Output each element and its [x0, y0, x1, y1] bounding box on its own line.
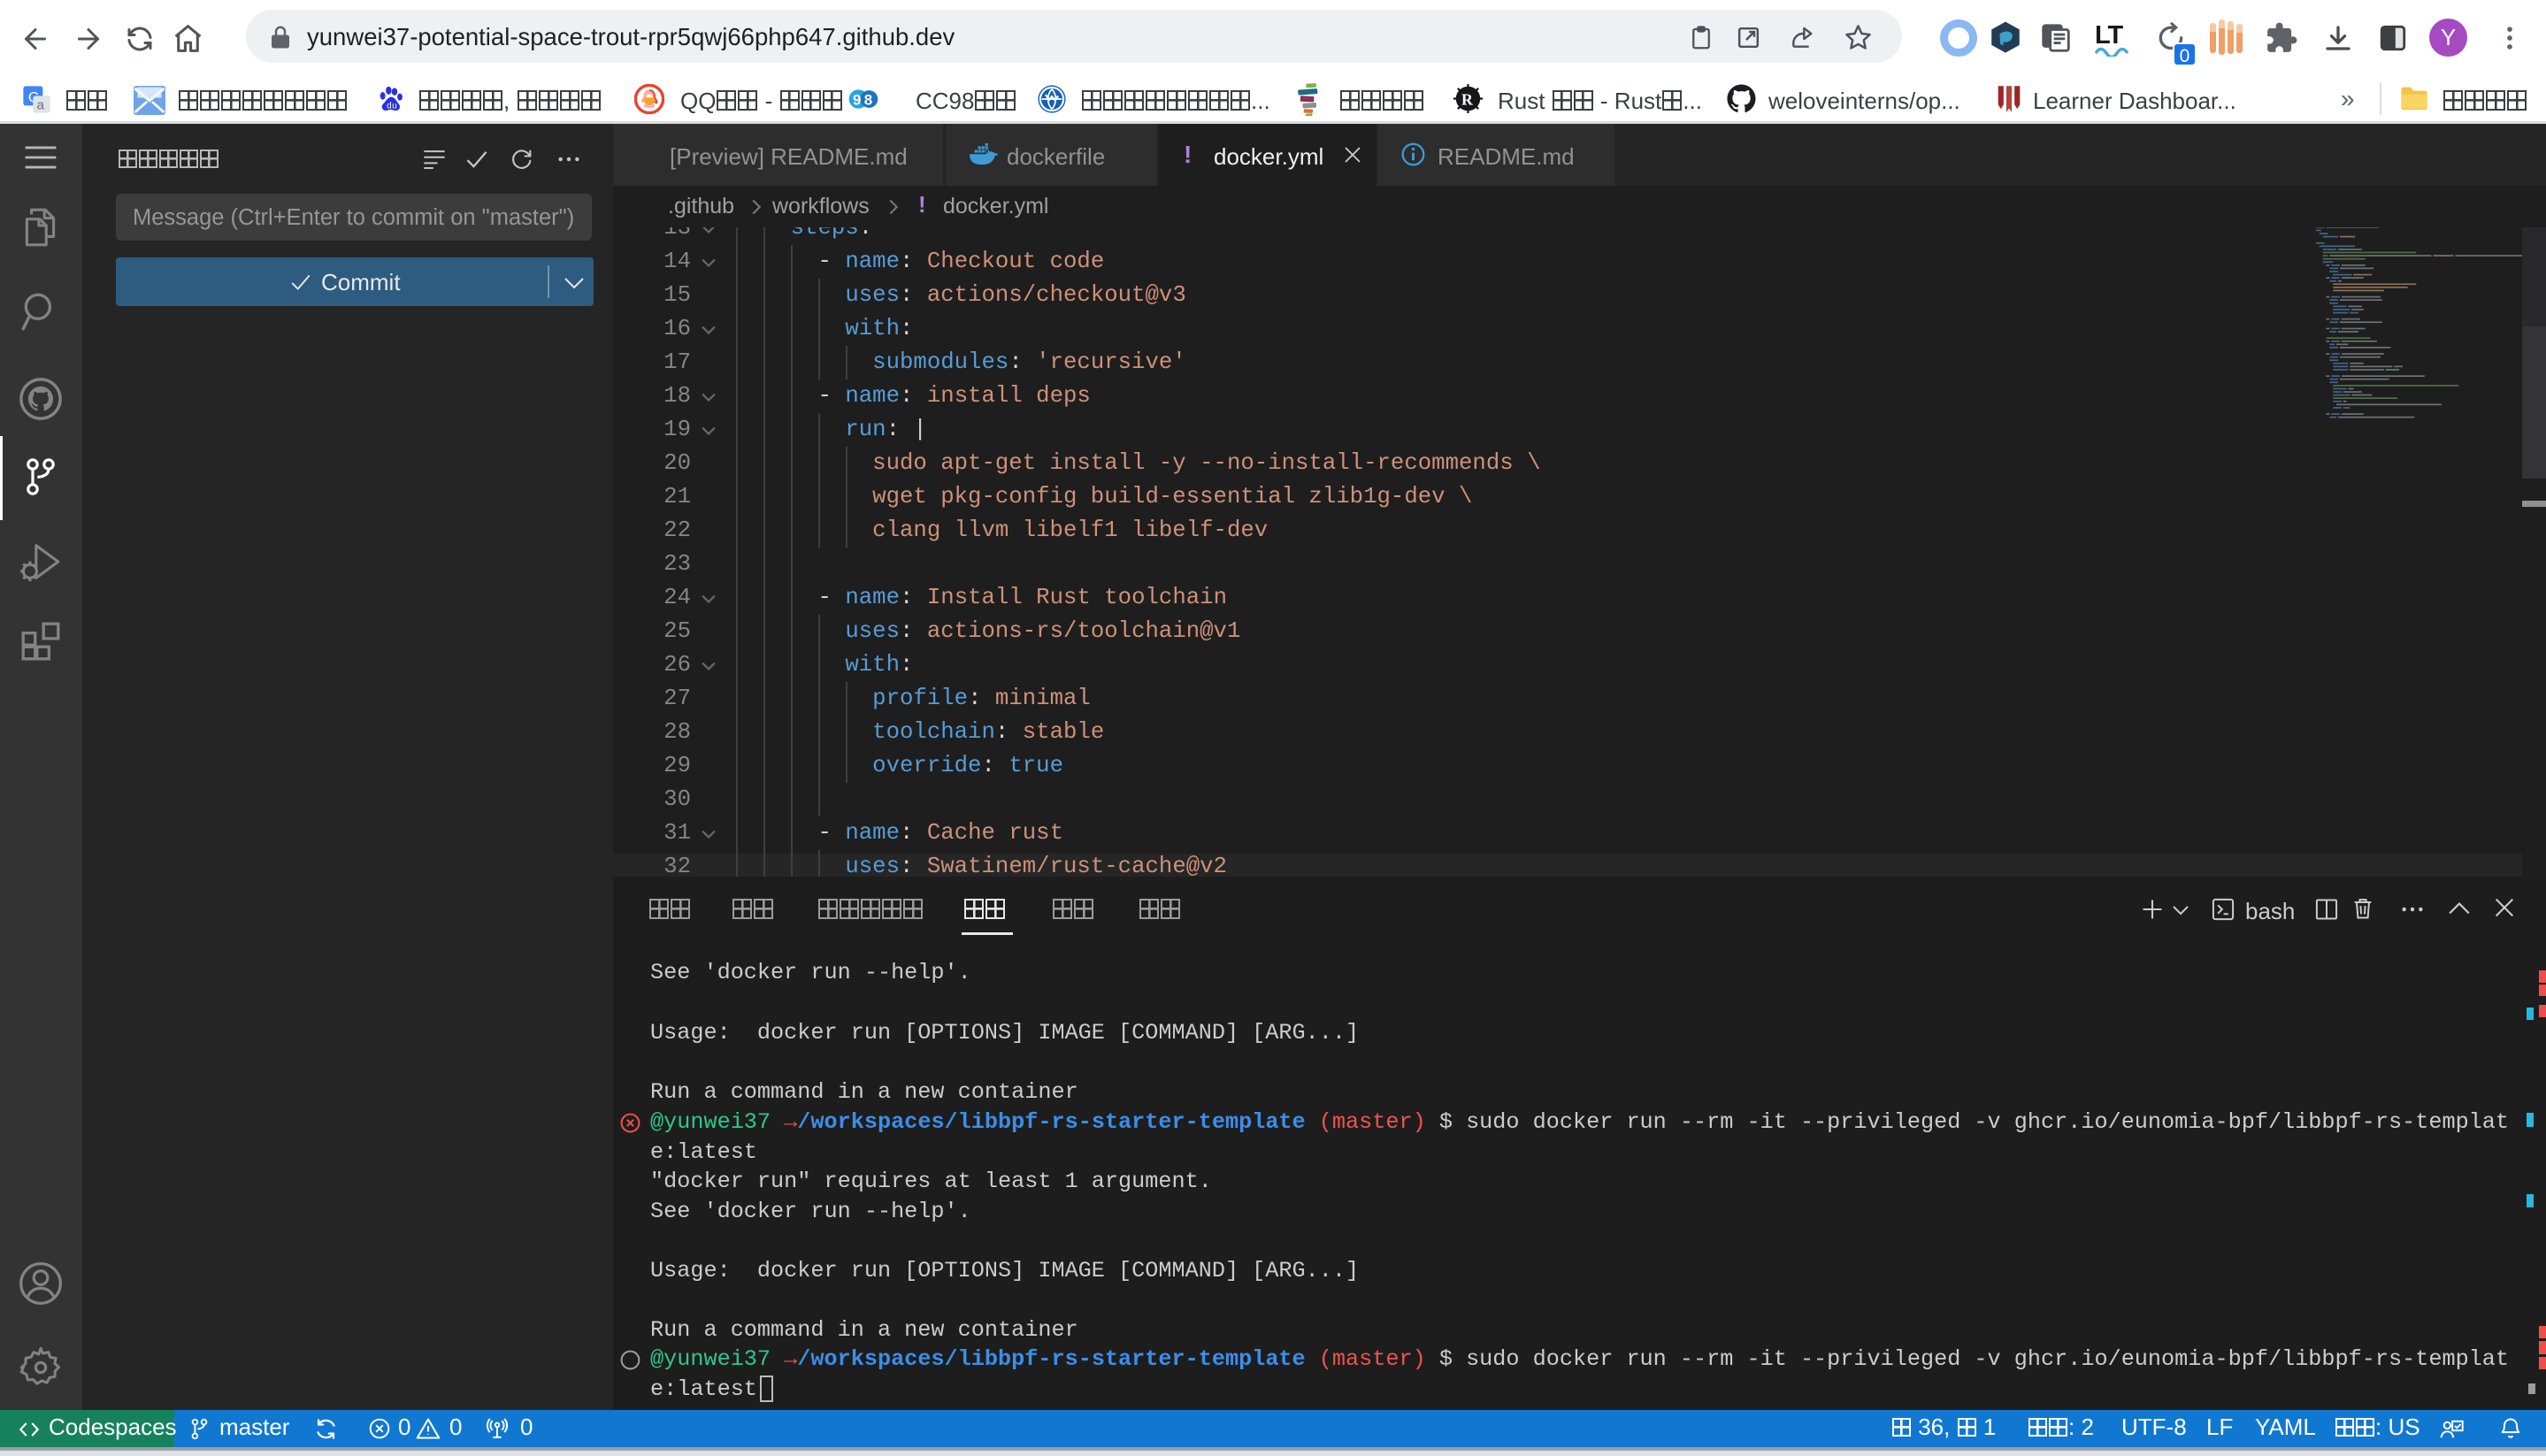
svg-text:a: a	[37, 98, 45, 113]
svg-text:9: 9	[853, 91, 861, 108]
svg-text:8: 8	[864, 91, 872, 108]
svg-text:du: du	[387, 101, 397, 111]
svg-text:R: R	[1461, 90, 1474, 108]
